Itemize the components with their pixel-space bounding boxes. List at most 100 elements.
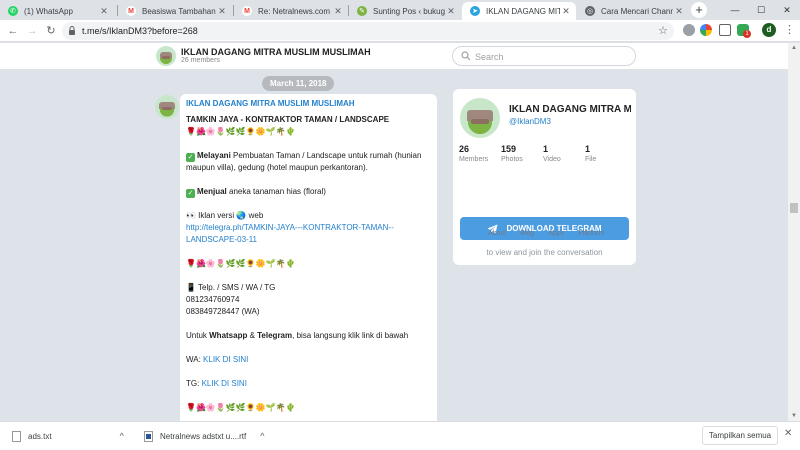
minimize-button[interactable]: — [722,0,748,20]
tab-label: Cara Mencari Channel Te [601,6,673,16]
wa-line: WA: KLIK DI SINI [186,354,431,366]
body-text: Pembuatan Taman / Landscape untuk rumah … [230,151,422,160]
footer-link-platform[interactable]: Platform [578,230,604,237]
channel-info-card: IKLAN DAGANG MITRA M… @IklanDM3 26 Membe… [453,89,636,265]
grammar-extension-icon[interactable]: 1 [737,24,751,38]
stat-label: Members [459,156,489,163]
footer-link-apps[interactable]: Apps [548,230,564,237]
emoji-row: 🌹🌺🌸🌷🌿🌿🌻🌼🌱🌴🌵 [186,403,296,412]
word-file-icon [144,430,153,442]
new-tab-button[interactable]: + [691,2,707,18]
card-channel-avatar[interactable] [460,98,500,138]
pen-extension-icon[interactable] [719,24,731,36]
members-count: 26 members [181,57,220,64]
tab-sunting-pos[interactable]: ✎ Sunting Pos ‹ bukugue. ✕ [349,2,461,20]
tg-label: TG: [186,379,202,388]
close-icon[interactable]: ✕ [560,6,572,17]
tab-beasiswa[interactable]: M Beasiswa Tambahan dari ✕ [118,2,232,20]
close-icon[interactable]: ✕ [784,428,792,439]
tab-iklan-dagang[interactable]: ➤ IKLAN DAGANG MITRA ✕ [462,2,576,20]
search-input[interactable]: Search [452,46,636,66]
wa-link[interactable]: KLIK DI SINI [203,355,248,364]
stat-file: 1 File [585,144,627,163]
phone-number: 081234760974 [186,295,240,304]
tab-label: Sunting Pos ‹ bukugue. [373,6,445,16]
bold-text: Menjual [197,187,227,196]
channel-stats: 26 Members 159 Photos 1 Video 1 File [459,144,629,163]
bookmark-star-icon[interactable]: ☆ [658,24,668,37]
phone-label: 📱 Telp. / SMS / WA / TG [186,283,276,292]
channel-header: IKLAN DAGANG MITRA MUSLIM MUSLIMAH 26 me… [0,43,788,69]
download-filename: ads.txt [28,431,52,441]
search-placeholder: Search [475,52,504,62]
stat-video: 1 Video [543,144,585,163]
gmail-icon: M [242,6,252,16]
maximize-button[interactable]: ☐ [748,0,774,20]
lock-icon [69,26,75,35]
tab-cara-mencari[interactable]: ◎ Cara Mencari Channel Te ✕ [577,2,689,20]
stat-label: Photos [501,156,523,163]
text-file-icon [12,430,21,442]
whatsapp-icon: ✆ [8,6,18,16]
close-icon[interactable]: ✕ [673,6,685,17]
profile-avatar[interactable]: d [762,23,776,37]
vertical-scrollbar[interactable]: ▲ ▼ [788,43,800,421]
close-icon[interactable]: ✕ [332,6,344,17]
tab-netralnews[interactable]: M Re: Netralnews.com - Pe ✕ [234,2,348,20]
tab-label: Re: Netralnews.com - Pe [258,6,332,16]
show-all-button[interactable]: Tampilkan semua [702,426,778,445]
sale-line: ✓ Menjual aneka tanaman hias (floral) [186,186,431,198]
browser-toolbar: ← → ↻ t.me/s/IklanDM3?before=268 ☆ 1 d ⋮ [0,20,800,42]
close-icon[interactable]: ✕ [216,6,228,17]
footer-links: About Blog Apps Platform [488,230,604,237]
body-text: , bisa langsung klik link di bawah [292,331,409,340]
bold-text: Melayani [197,151,231,160]
tab-whatsapp[interactable]: ✆ (1) WhatsApp ✕ [0,2,114,20]
forward-arrow-icon[interactable]: → [25,24,39,38]
telegraph-link-cont[interactable]: LANDSCAPE-03-11 [186,234,431,246]
web-version-label: 👀 Iklan versi 🌏 web [186,211,264,220]
channel-avatar[interactable] [156,46,176,66]
footer-link-blog[interactable]: Blog [520,230,534,237]
close-icon[interactable]: ✕ [445,6,457,17]
tab-strip: ✆ (1) WhatsApp ✕ M Beasiswa Tambahan dar… [0,0,800,20]
body-text: aneka tanaman hias (floral) [226,187,326,196]
tab-label: (1) WhatsApp [24,6,73,16]
search-icon [461,51,471,61]
date-divider: March 11, 2018 [262,76,335,91]
tg-link[interactable]: KLIK DI SINI [202,379,247,388]
message-heading: TAMKIN JAYA - KONTRAKTOR TAMAN / LANDSCA… [186,115,390,124]
tg-line: TG: KLIK DI SINI [186,378,431,390]
back-arrow-icon[interactable]: ← [6,24,20,38]
close-icon[interactable]: ✕ [98,6,110,17]
channel-handle[interactable]: @IklanDM3 [509,117,551,126]
reload-icon[interactable]: ↻ [44,24,58,38]
address-bar[interactable]: t.me/s/IklanDM3?before=268 ☆ [62,22,674,40]
url-text: t.me/s/IklanDM3?before=268 [82,26,198,36]
telegraph-link[interactable]: http://telegra.ph/TAMKIN-JAYA---KONTRAKT… [186,222,431,234]
service-line: ✓ Melayani Pembuatan Taman / Landscape un… [186,150,431,162]
message-author[interactable]: IKLAN DAGANG MITRA MUSLIM MUSLIMAH [186,98,431,110]
stat-label: File [585,156,597,163]
wa-label: WA: [186,355,204,364]
kebab-menu-icon[interactable]: ⋮ [784,23,795,37]
card-note: to view and join the conversation [486,248,603,257]
download-item[interactable]: ads.txt ^ [12,428,124,444]
footer-link-about[interactable]: About [488,230,506,237]
color-extension-icon[interactable] [700,24,712,36]
scrollbar-thumb[interactable] [790,203,798,213]
card-channel-title[interactable]: IKLAN DAGANG MITRA M… [509,104,631,115]
channel-title[interactable]: IKLAN DAGANG MITRA MUSLIM MUSLIMAH [181,47,371,57]
extension-icon[interactable] [683,24,695,36]
message-author-avatar[interactable] [155,95,179,119]
gmail-icon: M [126,6,136,16]
stat-value: 1 [543,144,549,154]
scroll-up-arrow-icon[interactable]: ▲ [788,43,800,53]
body-text: & [247,331,258,340]
chevron-up-icon[interactable]: ^ [120,431,124,441]
download-item[interactable]: Netralnews adstxt u....rtf ^ [144,428,265,444]
chevron-up-icon[interactable]: ^ [260,431,264,441]
scroll-down-arrow-icon[interactable]: ▼ [788,411,800,421]
globe-icon: ◎ [585,6,595,16]
window-close-button[interactable]: ✕ [774,0,800,20]
